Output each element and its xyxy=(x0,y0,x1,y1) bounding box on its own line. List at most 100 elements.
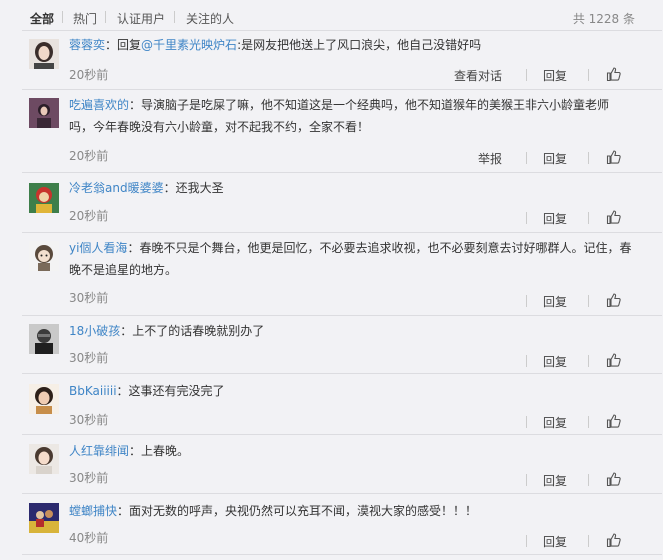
divider xyxy=(22,373,662,374)
comment-username[interactable]: BbKaiiiii xyxy=(69,384,117,398)
action-divider xyxy=(588,212,589,224)
comment-body: 面对无数的呼声，央视仍然可以充耳不闻，漠视大家的感受！！！ xyxy=(129,504,478,518)
comment-username[interactable]: yi個人看海 xyxy=(69,241,127,255)
reply-button[interactable]: 回复 xyxy=(543,210,567,227)
comment-text: 螳螂捕快：面对无数的呼声，央视仍然可以充耳不闻，漠视大家的感受！！！ xyxy=(69,500,644,522)
divider xyxy=(22,232,662,233)
avatar[interactable] xyxy=(29,241,59,271)
comment-text: yi個人看海：春晚不只是个舞台，他更是回忆，不必要去追求收视，也不必要刻意去讨好… xyxy=(69,237,644,259)
reply-button[interactable]: 回复 xyxy=(543,293,567,310)
action-divider xyxy=(588,474,589,486)
divider xyxy=(22,315,662,316)
action-divider xyxy=(526,69,527,81)
thumbs-up-icon[interactable] xyxy=(606,471,622,487)
comment-text-continued: 吗，今年春晚没有六小龄童，对不起我不约，全家不看！ xyxy=(69,120,370,134)
comment-username[interactable]: 人红靠绯闻 xyxy=(69,444,129,458)
comment-username[interactable]: 18小破孩 xyxy=(69,324,120,338)
comment-username[interactable]: 蓉蓉奕 xyxy=(69,38,105,52)
action-divider xyxy=(526,212,527,224)
action-divider xyxy=(526,416,527,428)
comment-time: 40秒前 xyxy=(69,531,109,545)
colon: ： xyxy=(129,444,142,458)
tab-hot[interactable]: 热门 xyxy=(73,10,97,27)
comment-body: 还我大圣 xyxy=(175,181,224,195)
avatar[interactable] xyxy=(29,98,59,128)
action-divider xyxy=(588,295,589,307)
reply-button[interactable]: 回复 xyxy=(543,353,567,370)
colon: ： xyxy=(120,324,133,338)
colon: ： xyxy=(163,181,176,195)
comment-text: 蓉蓉奕：回复@千里素光映炉石:是网友把他送上了风口浪尖，他自己没错好吗 xyxy=(69,34,644,56)
thumbs-up-icon[interactable] xyxy=(606,532,622,548)
action-divider xyxy=(526,152,527,164)
action-divider xyxy=(526,535,527,547)
action-divider xyxy=(588,355,589,367)
comment-body: 这事还有完没完了 xyxy=(128,384,225,398)
action-divider xyxy=(588,416,589,428)
colon: ： xyxy=(105,38,118,52)
thumbs-up-icon[interactable] xyxy=(606,149,622,165)
divider xyxy=(22,172,662,173)
divider xyxy=(22,554,662,555)
comment-body: 春晚不只是个舞台，他更是回忆，不必要去追求收视，也不必要刻意去讨好哪群人。记住，… xyxy=(139,241,632,255)
divider xyxy=(22,493,662,494)
comment-body: 上不了的话春晚就别办了 xyxy=(132,324,265,338)
comment-text: 冷老翁and暖婆婆：还我大圣 xyxy=(69,177,644,199)
thumbs-up-icon[interactable] xyxy=(606,292,622,308)
comment-time: 20秒前 xyxy=(69,68,109,82)
action-divider xyxy=(526,295,527,307)
action-divider xyxy=(526,474,527,486)
comment-username[interactable]: 吃遍喜欢的 xyxy=(69,98,129,112)
comment-text: 人红靠绯闻：上春晚。 xyxy=(69,440,644,462)
comment-total-count: 共 1228 条 xyxy=(572,12,635,26)
comment-text-continued: 晚不是追星的地方。 xyxy=(69,263,178,277)
comment-body: 上春晚。 xyxy=(141,444,190,458)
tab-divider xyxy=(174,11,175,23)
comment-time: 30秒前 xyxy=(69,413,109,427)
thumbs-up-icon[interactable] xyxy=(606,352,622,368)
thumbs-up-icon[interactable] xyxy=(606,413,622,429)
reply-button[interactable]: 回复 xyxy=(543,472,567,489)
divider xyxy=(22,89,662,90)
colon: ： xyxy=(117,504,130,518)
tab-all[interactable]: 全部 xyxy=(30,10,54,27)
avatar[interactable] xyxy=(29,183,59,213)
reply-button[interactable]: 回复 xyxy=(543,67,567,84)
tab-verified-users[interactable]: 认证用户 xyxy=(117,10,165,27)
comment-time: 30秒前 xyxy=(69,291,109,305)
action-divider xyxy=(588,69,589,81)
avatar[interactable] xyxy=(29,503,59,533)
comment-text: BbKaiiiii：这事还有完没完了 xyxy=(69,380,644,402)
divider xyxy=(22,434,662,435)
report-link[interactable]: 举报 xyxy=(478,150,502,167)
avatar[interactable] xyxy=(29,384,59,414)
thumbs-up-icon[interactable] xyxy=(606,66,622,82)
reply-button[interactable]: 回复 xyxy=(543,414,567,431)
colon: ： xyxy=(127,241,140,255)
avatar[interactable] xyxy=(29,444,59,474)
comment-text: 18小破孩：上不了的话春晚就别办了 xyxy=(69,320,644,342)
comment-username[interactable]: 冷老翁and暖婆婆 xyxy=(69,181,164,195)
avatar[interactable] xyxy=(29,39,59,69)
action-divider xyxy=(588,152,589,164)
reply-prefix: 回复 xyxy=(117,38,142,52)
action-divider xyxy=(526,355,527,367)
action-divider xyxy=(588,535,589,547)
tab-following[interactable]: 关注的人 xyxy=(186,10,234,27)
view-dialog-link[interactable]: 查看对话 xyxy=(454,67,502,84)
avatar[interactable] xyxy=(29,324,59,354)
thumbs-up-icon[interactable] xyxy=(606,209,622,225)
colon: ： xyxy=(129,98,142,112)
mention-link[interactable]: @千里素光映炉石 xyxy=(141,38,237,52)
reply-button[interactable]: 回复 xyxy=(543,533,567,550)
reply-button[interactable]: 回复 xyxy=(543,150,567,167)
comment-filter-bar: 全部 热门 认证用户 关注的人 共 1228 条 xyxy=(0,0,663,34)
tab-divider xyxy=(105,11,106,23)
comment-body: 导演脑子是吃屎了嘛，他不知道这是一个经典吗，他不知道猴年的美猴王非六小龄童老师 xyxy=(141,98,610,112)
comment-time: 30秒前 xyxy=(69,351,109,365)
comment-body: :是网友把他送上了风口浪尖，他自己没错好吗 xyxy=(237,38,482,52)
divider xyxy=(22,30,662,31)
comment-username[interactable]: 螳螂捕快 xyxy=(69,504,117,518)
tab-divider xyxy=(62,11,63,23)
comment-time: 20秒前 xyxy=(69,149,109,163)
